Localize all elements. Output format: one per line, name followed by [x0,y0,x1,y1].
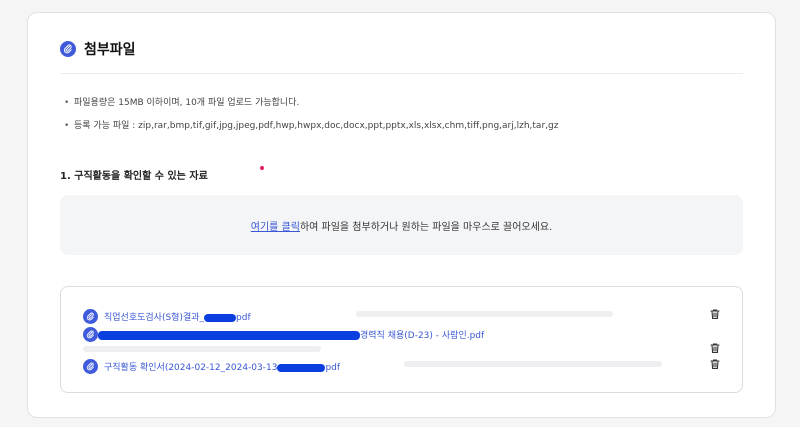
upload-progress-track [404,361,662,367]
required-indicator [260,166,264,170]
redaction-bar [277,363,326,372]
redaction-bar [98,331,360,340]
file-item[interactable]: 구직활동 확인서(2024-02-12_2024-03-13 pdf [83,359,340,374]
section-header: 첨부파일 [60,39,136,59]
trash-icon[interactable] [709,342,721,354]
upload-progress-track [356,311,613,317]
file-name: 경력직 채용(D-23) - 사람인.pdf [98,328,484,341]
section-title: 첨부파일 [84,42,136,58]
upload-progress-track [83,346,321,352]
paperclip-icon [83,309,98,324]
paperclip-icon [83,359,98,374]
file-name: 구직활동 확인서(2024-02-12_2024-03-13 pdf [104,363,341,373]
file-dropzone[interactable]: 여기를 클릭 하여 파일을 첨부하거나 원하는 파일을 마우스로 끌어오세요. [60,195,743,255]
file-name: 직업선호도검사(S형)결과_ pdf [104,313,251,323]
upload-notes: 파일용량은 15MB 이하이며, 10개 파일 업로드 가능합니다. 등록 가능… [64,97,558,143]
file-item[interactable]: 직업선호도검사(S형)결과_ pdf [83,309,251,324]
paperclip-icon [60,41,76,57]
upload-click-link[interactable]: 여기를 클릭 [251,218,300,233]
trash-icon[interactable] [709,308,721,320]
note-size-limit: 파일용량은 15MB 이하이며, 10개 파일 업로드 가능합니다. [64,97,558,109]
note-allowed-types: 등록 가능 파일 : zip,rar,bmp,tif,gif,jpg,jpeg,… [64,120,558,132]
file-item[interactable]: 경력직 채용(D-23) - 사람인.pdf [83,327,484,342]
paperclip-icon [83,327,98,342]
header-divider [60,73,743,74]
uploaded-file-list: 직업선호도검사(S형)결과_ pdf 경력직 채용(D-23) - 사람인.pdf… [60,286,743,393]
requirement-label: 1. 구직활동을 확인할 수 있는 자료 [60,171,208,182]
attachment-card: 첨부파일 파일용량은 15MB 이하이며, 10개 파일 업로드 가능합니다. … [27,12,776,418]
trash-icon[interactable] [709,358,721,370]
redaction-bar [204,313,237,322]
dropzone-hint: 하여 파일을 첨부하거나 원하는 파일을 마우스로 끌어오세요. [299,221,553,233]
